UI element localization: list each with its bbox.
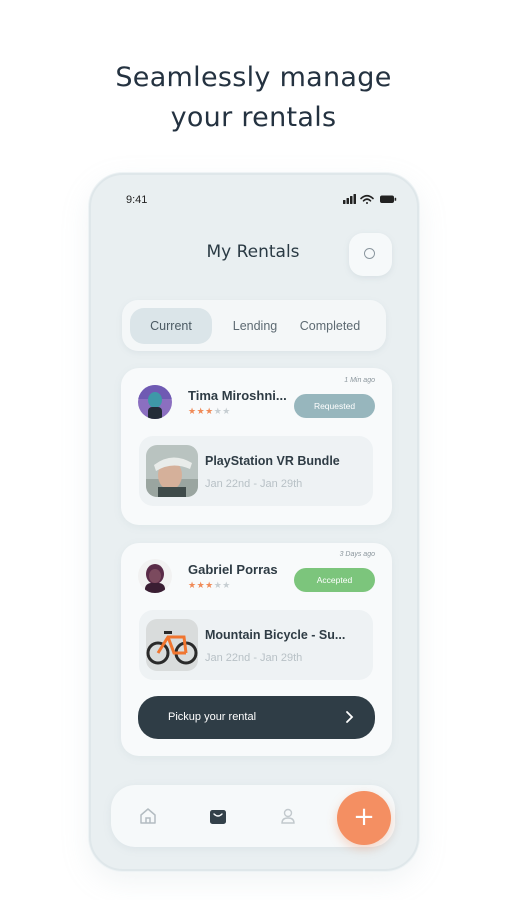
plus-icon: +	[353, 802, 375, 832]
time-ago: 3 Days ago	[339, 551, 375, 558]
profile-icon[interactable]	[278, 806, 298, 826]
rental-item[interactable]: Mountain Bicycle - Su... Jan 22nd - Jan …	[139, 610, 373, 680]
battery-icon	[380, 195, 397, 203]
header-action-button[interactable]	[349, 233, 392, 276]
bag-icon[interactable]	[208, 806, 228, 826]
page-title: My Rentals	[206, 242, 300, 262]
rating-stars: ★★★★★	[188, 406, 231, 416]
headline: Seamlessly manage your rentals	[0, 58, 507, 138]
avatar	[138, 385, 172, 419]
status-badge: Accepted	[294, 568, 375, 592]
home-icon[interactable]	[138, 806, 158, 826]
tab-bar: Current Lending Completed	[122, 300, 386, 351]
status-time: 9:41	[126, 194, 148, 206]
add-rental-button[interactable]: +	[337, 791, 391, 845]
wifi-icon	[360, 194, 374, 204]
renter-name[interactable]: Tima Miroshni...	[188, 388, 287, 403]
pickup-rental-button[interactable]: Pickup your rental	[138, 696, 375, 739]
signal-icon	[343, 194, 356, 204]
pickup-rental-label: Pickup your rental	[168, 711, 257, 723]
item-name: PlayStation VR Bundle	[205, 454, 340, 468]
item-thumbnail	[146, 619, 198, 671]
headline-line-1: Seamlessly manage	[115, 62, 392, 93]
rating-stars: ★★★★★	[188, 580, 231, 590]
item-thumbnail	[146, 445, 198, 497]
item-dates: Jan 22nd - Jan 29th	[205, 652, 303, 664]
circle-icon	[364, 248, 375, 259]
tab-current[interactable]: Current	[130, 308, 212, 344]
tab-lending[interactable]: Lending	[218, 308, 292, 344]
chevron-right-icon	[346, 711, 354, 723]
tab-completed[interactable]: Completed	[292, 308, 368, 344]
status-icons	[343, 194, 397, 204]
rental-item[interactable]: PlayStation VR Bundle Jan 22nd - Jan 29t…	[139, 436, 373, 506]
item-dates: Jan 22nd - Jan 29th	[205, 478, 303, 490]
item-name: Mountain Bicycle - Su...	[205, 628, 346, 642]
status-badge: Requested	[294, 394, 375, 418]
headline-line-2: your rentals	[170, 102, 337, 133]
avatar	[138, 559, 172, 593]
time-ago: 1 Min ago	[344, 377, 375, 384]
renter-name[interactable]: Gabriel Porras	[188, 562, 278, 577]
